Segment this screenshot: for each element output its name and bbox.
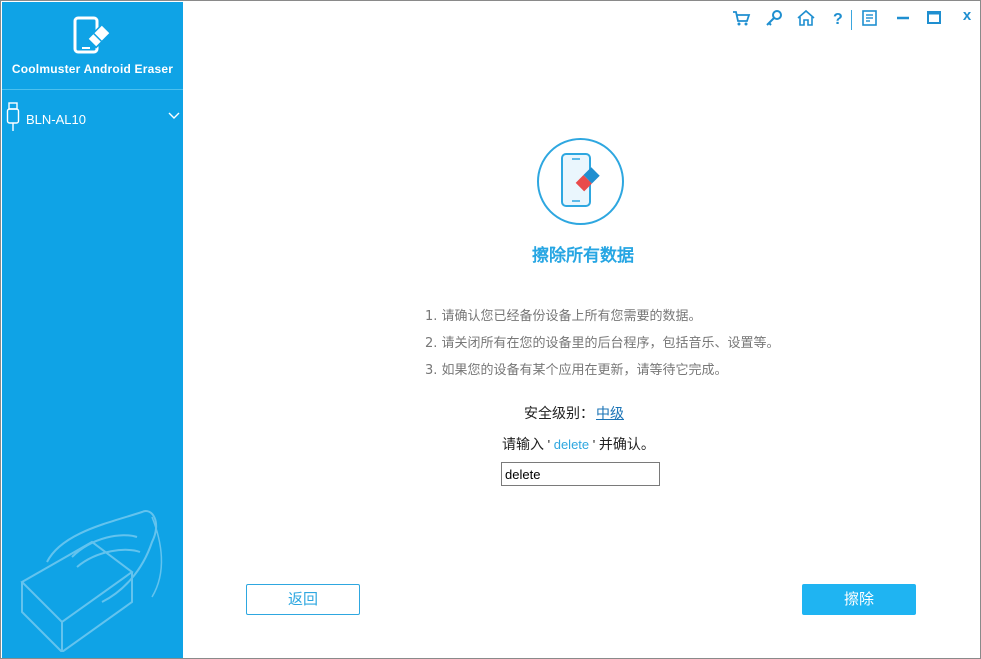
erase-button[interactable]: 擦除 [802, 584, 916, 615]
minimize-icon[interactable] [892, 7, 914, 29]
confirm-quote-open: ' [544, 437, 554, 452]
erase-hero-icon [537, 138, 624, 225]
confirm-prefix: 请输入 [502, 437, 544, 453]
cart-icon[interactable] [730, 7, 752, 29]
phone-eraser-icon [561, 153, 600, 207]
security-level-link[interactable]: 中级 [596, 406, 624, 422]
page-title: 擦除所有数据 [532, 246, 634, 266]
confirm-suffix: 并确认。 [598, 437, 655, 453]
usb-icon [6, 102, 20, 131]
confirm-instruction: 请输入 ' delete ' 并确认。 [502, 434, 655, 454]
security-label: 安全级别： [524, 406, 594, 422]
device-selector[interactable]: BLN-AL10 [2, 100, 183, 136]
maximize-icon[interactable] [923, 7, 945, 29]
app-logo-icon [73, 16, 112, 54]
hand-eraser-decoration [20, 510, 163, 652]
confirm-quote-close: ' [589, 437, 599, 452]
key-icon[interactable] [763, 7, 785, 29]
back-button[interactable]: 返回 [246, 584, 360, 615]
svg-text:?: ? [833, 11, 843, 28]
help-icon[interactable]: ? [827, 7, 849, 29]
app-name: Coolmuster Android Eraser [11, 62, 174, 76]
instruction-step: 2. 请关闭所有在您的设备里的后台程序，包括音乐、设置等。 [425, 336, 780, 351]
chevron-down-icon[interactable] [168, 112, 180, 120]
sidebar: Coolmuster Android Eraser BLN-AL10 [2, 2, 183, 658]
titlebar-separator [851, 10, 852, 30]
device-name: BLN-AL10 [26, 112, 86, 127]
instruction-step: 3. 如果您的设备有某个应用在更新，请等待它完成。 [425, 363, 728, 378]
close-icon[interactable]: x [956, 5, 978, 27]
instruction-list: 1. 请确认您已经备份设备上所有您需要的数据。 2. 请关闭所有在您的设备里的后… [425, 303, 845, 384]
confirm-keyword: delete [553, 437, 590, 452]
app-window: Coolmuster Android Eraser BLN-AL10 ? x 擦… [0, 0, 981, 659]
confirm-delete-input[interactable] [501, 462, 660, 486]
feedback-icon[interactable] [859, 7, 881, 29]
brand-header: Coolmuster Android Eraser [2, 2, 183, 90]
home-icon[interactable] [795, 7, 817, 29]
instruction-step: 1. 请确认您已经备份设备上所有您需要的数据。 [425, 309, 702, 324]
security-level-row: 安全级别： 中级 [524, 403, 624, 423]
